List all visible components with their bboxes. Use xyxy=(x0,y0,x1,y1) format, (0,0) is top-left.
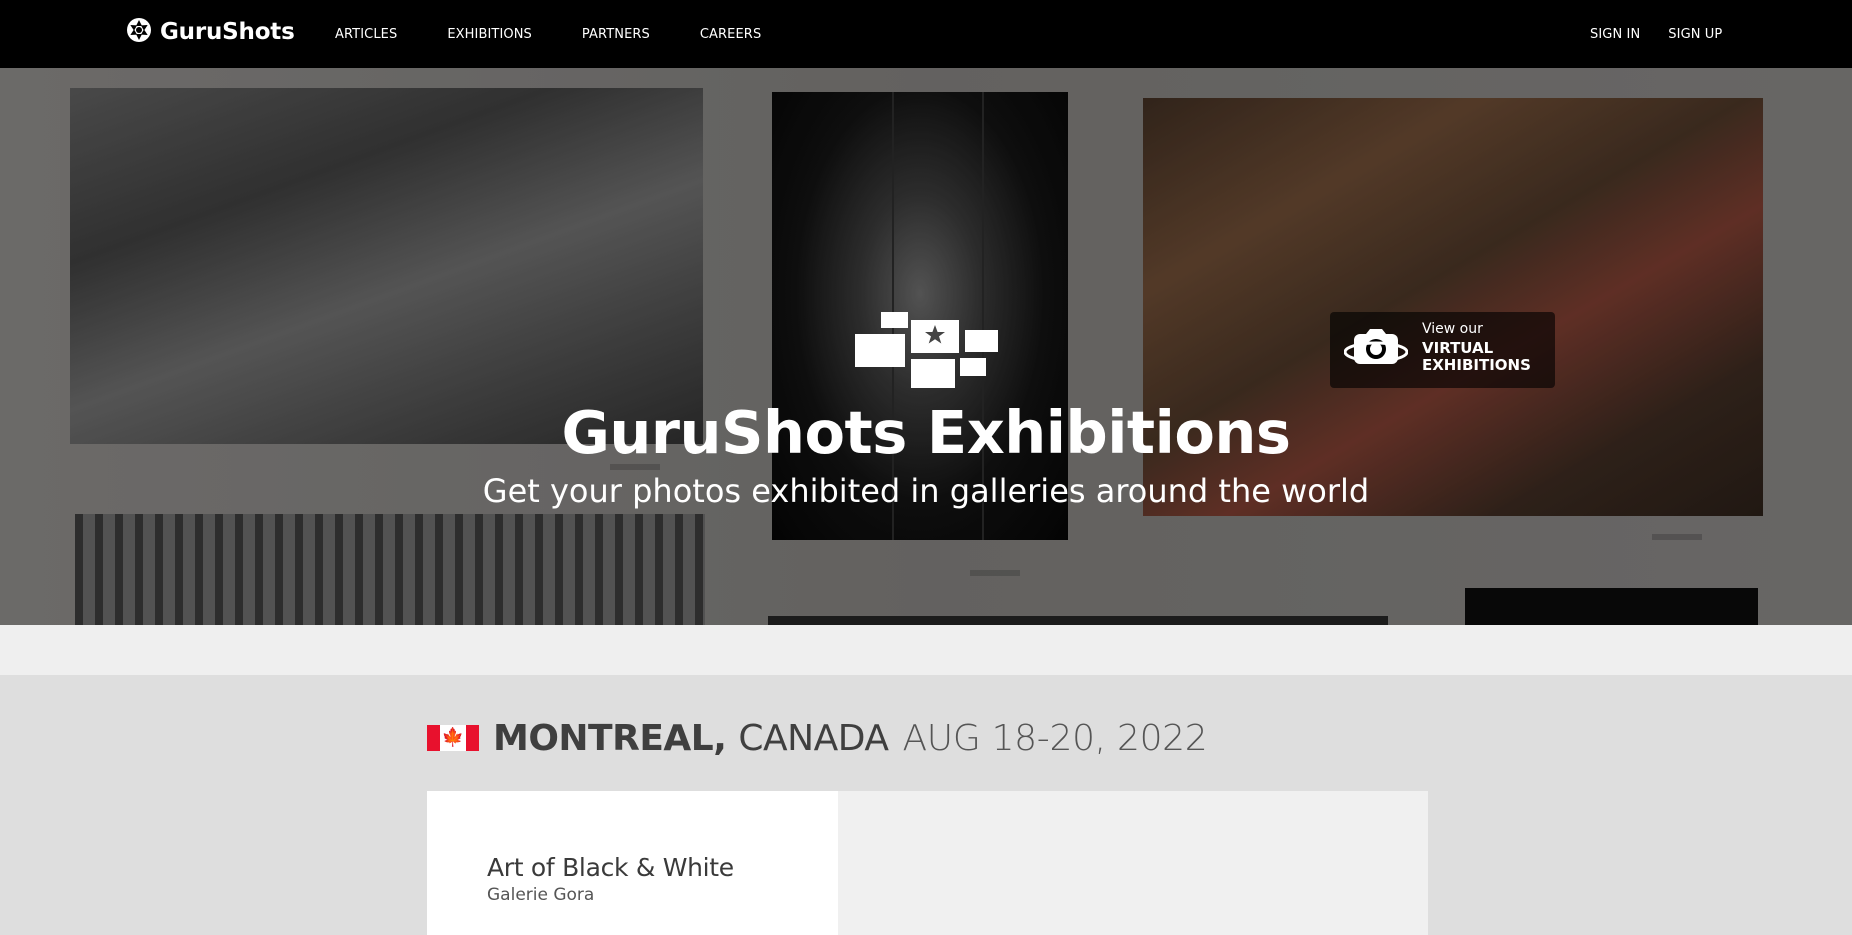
virtual-label-line2: EXHIBITIONS xyxy=(1422,356,1531,374)
exhibition-title: Art of Black & White xyxy=(487,853,734,882)
hero-title: GuruShots Exhibitions xyxy=(561,398,1291,467)
virtual-label-line1: VIRTUAL xyxy=(1422,339,1494,357)
nav-partners[interactable]: PARTNERS xyxy=(582,27,650,42)
sign-up-link[interactable]: SIGN UP xyxy=(1668,27,1722,42)
vr-camera-icon xyxy=(1343,328,1409,372)
exhibition-card-info: Art of Black & White Galerie Gora xyxy=(427,791,838,935)
hero-banner: GuruShots Exhibitions Get your photos ex… xyxy=(0,68,1852,625)
logo-text: GuruShots xyxy=(160,19,295,45)
top-navbar: GuruShots ARTICLES EXHIBITIONS PARTNERS … xyxy=(0,0,1852,68)
exhibition-city: MONTREAL, xyxy=(493,717,727,759)
nav-articles[interactable]: ARTICLES xyxy=(335,27,397,42)
auth-nav: SIGN IN SIGN UP xyxy=(1590,0,1750,68)
virtual-exhibitions-button[interactable]: View our VIRTUAL EXHIBITIONS xyxy=(1330,312,1555,388)
nav-exhibitions[interactable]: EXHIBITIONS xyxy=(447,27,532,42)
virtual-big-label: VIRTUAL EXHIBITIONS xyxy=(1422,340,1542,374)
sign-in-link[interactable]: SIGN IN xyxy=(1590,27,1640,42)
main-nav: ARTICLES EXHIBITIONS PARTNERS CAREERS xyxy=(335,0,811,68)
logo-link[interactable]: GuruShots xyxy=(126,17,295,47)
aperture-logo-icon xyxy=(126,17,152,47)
exhibition-dates: AUG 18-20, 2022 xyxy=(902,717,1208,759)
exhibition-frames-icon xyxy=(855,312,1000,392)
exhibition-location-heading: 🍁 MONTREAL, CANADA AUG 18-20, 2022 xyxy=(427,717,1208,759)
nav-careers[interactable]: CAREERS xyxy=(700,27,761,42)
canada-flag-icon: 🍁 xyxy=(427,725,479,751)
virtual-small-label: View our xyxy=(1422,321,1483,337)
hero-subtitle: Get your photos exhibited in galleries a… xyxy=(482,472,1370,510)
exhibition-country: CANADA xyxy=(738,717,889,759)
exhibition-card[interactable]: Art of Black & White Galerie Gora xyxy=(427,791,1428,935)
section-divider-band xyxy=(0,625,1852,675)
exhibition-gallery-name: Galerie Gora xyxy=(487,885,595,905)
